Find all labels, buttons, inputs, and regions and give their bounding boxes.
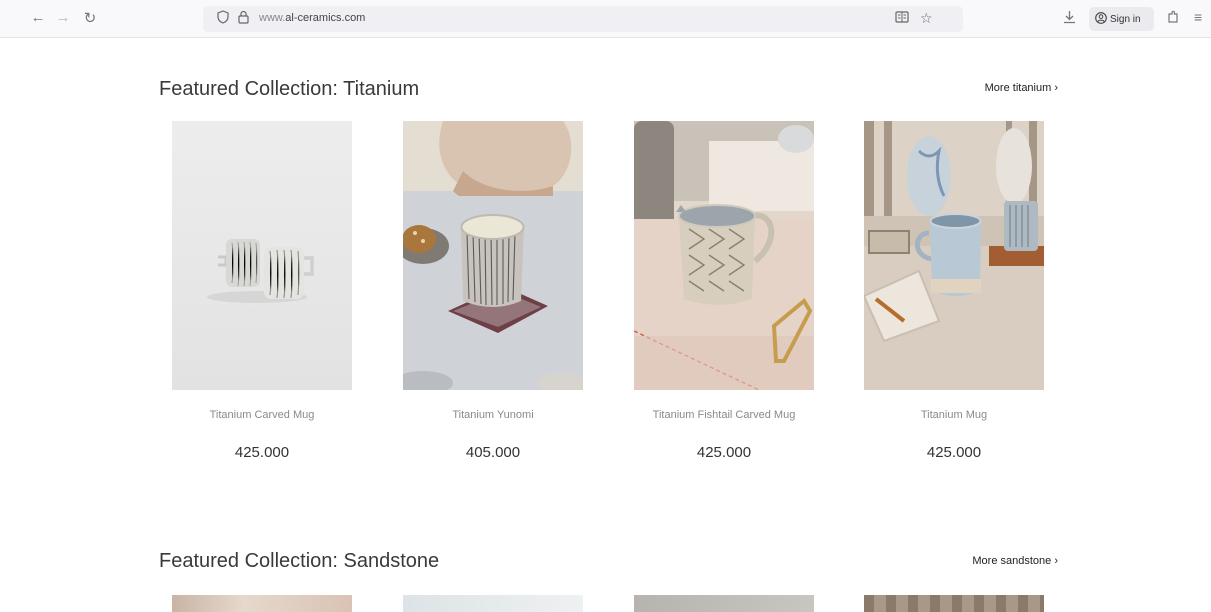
reader-view-icon[interactable] <box>895 10 909 27</box>
product-name[interactable]: Titanium Carved Mug <box>172 409 352 421</box>
forward-icon[interactable]: → <box>53 9 73 26</box>
hamburger-menu-icon[interactable]: ≡ <box>1194 9 1202 25</box>
product-price: 425.000 <box>234 444 290 461</box>
star-icon[interactable]: ☆ <box>920 10 933 27</box>
product-price: 425.000 <box>696 444 752 461</box>
product-image[interactable] <box>634 595 814 612</box>
account-icon <box>1095 12 1107 24</box>
back-icon[interactable]: ← <box>28 9 48 26</box>
product-image[interactable] <box>172 121 352 390</box>
product-image[interactable] <box>403 121 583 390</box>
download-icon[interactable] <box>1063 10 1076 27</box>
product-card[interactable]: Titanium Mug 425.000 <box>864 121 1044 471</box>
product-name[interactable]: Titanium Fishtail Carved Mug <box>634 409 814 421</box>
extensions-icon[interactable] <box>1166 10 1180 27</box>
more-titanium-link[interactable]: More titanium › <box>985 82 1058 94</box>
product-card[interactable]: Titanium Fishtail Carved Mug 425.000 <box>634 121 814 471</box>
section-title: Featured Collection: Sandstone <box>159 550 440 572</box>
product-image[interactable] <box>172 595 352 612</box>
product-image[interactable] <box>403 595 583 612</box>
product-name[interactable]: Titanium Yunomi <box>403 409 583 421</box>
product-image[interactable] <box>634 121 814 390</box>
product-image[interactable] <box>864 121 1044 390</box>
product-price: 405.000 <box>465 444 521 461</box>
browser-toolbar: ← → ↻ www.al-ceramics.com ☆ Sign in ≡ <box>0 0 1211 38</box>
product-image[interactable] <box>864 595 1044 612</box>
lock-icon[interactable] <box>238 10 249 27</box>
sign-in-button[interactable]: Sign in <box>1089 7 1154 31</box>
address-bar[interactable]: www.al-ceramics.com ☆ <box>203 6 963 32</box>
reload-icon[interactable]: ↻ <box>80 9 100 27</box>
section-title: Featured Collection: Titanium <box>159 78 420 100</box>
url-text[interactable]: www.al-ceramics.com <box>259 12 365 24</box>
shield-icon[interactable] <box>217 10 229 27</box>
product-card[interactable]: Titanium Carved Mug 425.000 <box>172 121 352 471</box>
product-price: 425.000 <box>926 444 982 461</box>
sign-in-label: Sign in <box>1110 14 1141 25</box>
product-name[interactable]: Titanium Mug <box>864 409 1044 421</box>
product-card[interactable]: Titanium Yunomi 405.000 <box>403 121 583 471</box>
more-sandstone-link[interactable]: More sandstone › <box>972 555 1058 567</box>
